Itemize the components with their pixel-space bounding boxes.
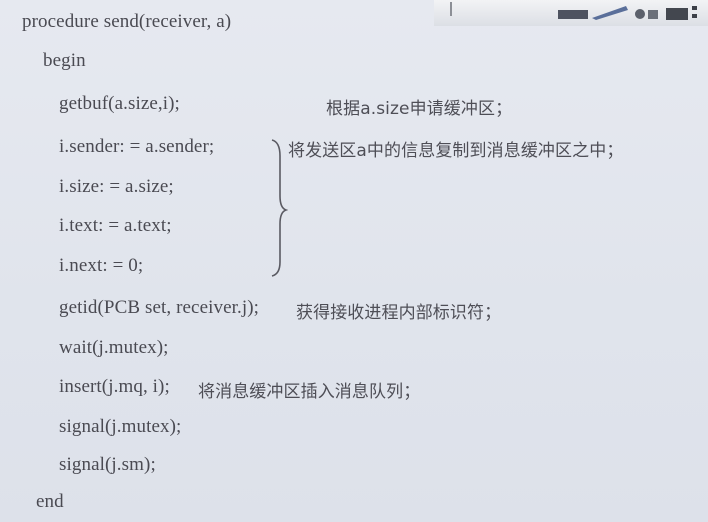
getid-statement: getid(PCB set, receiver.j);: [59, 297, 260, 318]
sender-assignment: i.sender: = a.sender;: [59, 136, 215, 157]
signal-sm-statement: signal(j.sm);: [59, 454, 156, 475]
strip-mark: [450, 2, 456, 16]
getbuf-comment: 根据a.size申请缓冲区；: [326, 99, 513, 119]
procedure-header: procedure send(receiver, a): [22, 11, 232, 32]
insert-comment: 将消息缓冲区插入消息队列；: [198, 382, 421, 402]
signal-mutex-statement: signal(j.mutex);: [59, 416, 182, 437]
end-keyword: end: [36, 491, 64, 512]
top-right-device-strip: [434, 0, 708, 26]
next-assignment: i.next: = 0;: [59, 255, 144, 276]
insert-statement: insert(j.mq, i);: [59, 376, 170, 397]
begin-keyword: begin: [43, 50, 86, 71]
brace-bracket: [271, 139, 288, 277]
getbuf-statement: getbuf(a.size,i);: [59, 93, 180, 114]
size-assignment: i.size: = a.size;: [59, 176, 174, 197]
getid-comment: 获得接收进程内部标识符；: [296, 303, 502, 323]
text-assignment: i.text: = a.text;: [59, 215, 172, 236]
copy-comment: 将发送区a中的信息复制到消息缓冲区之中；: [288, 141, 624, 161]
projector-device-icon: [558, 6, 697, 20]
slide: procedure send(receiver, a) begin getbuf…: [0, 0, 708, 522]
wait-statement: wait(j.mutex);: [59, 337, 169, 358]
